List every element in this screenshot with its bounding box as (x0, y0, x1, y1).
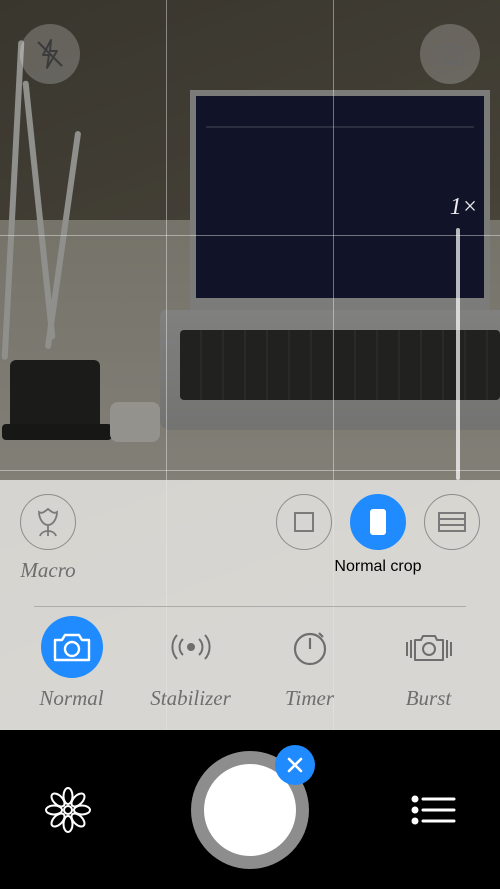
burst-icon (398, 616, 460, 678)
panel-divider (34, 606, 466, 607)
zoom-level-label: 1× (450, 194, 478, 221)
gallery-button[interactable] (44, 786, 92, 834)
camera-icon (41, 616, 103, 678)
mode-timer-label: Timer (285, 686, 334, 711)
list-icon (410, 793, 456, 827)
stabilizer-icon (160, 616, 222, 678)
landscape-crop-icon (437, 511, 467, 533)
portrait-crop-icon (366, 508, 390, 536)
switch-camera-icon (433, 39, 467, 69)
crop-landscape-button[interactable] (424, 494, 480, 550)
mode-normal-label: Normal (39, 686, 103, 711)
switch-camera-button[interactable] (420, 24, 480, 84)
macro-label: Macro (20, 558, 75, 583)
crop-label: Normal crop (334, 558, 421, 576)
timer-icon (279, 616, 341, 678)
flash-off-icon (33, 37, 67, 71)
options-panel: Macro (0, 480, 500, 732)
flower-icon (44, 786, 92, 834)
mode-timer-button[interactable]: Timer (255, 616, 365, 711)
mode-stabilizer-label: Stabilizer (150, 686, 231, 711)
tulip-icon (20, 494, 76, 550)
bottom-bar (0, 730, 500, 889)
scene-tape (110, 402, 160, 442)
macro-option[interactable]: Macro (20, 494, 76, 583)
mode-stabilizer-button[interactable]: Stabilizer (136, 616, 246, 711)
zoom-slider[interactable] (456, 228, 460, 480)
shutter-area (191, 751, 309, 869)
flash-toggle-button[interactable] (20, 24, 80, 84)
settings-list-button[interactable] (410, 793, 456, 827)
camera-app: 1× Macro (0, 0, 500, 889)
crop-portrait-button[interactable] (350, 494, 406, 550)
mode-burst-button[interactable]: Burst (374, 616, 484, 711)
scene-desk (0, 220, 500, 480)
close-panel-button[interactable] (275, 745, 315, 785)
scene-laptop (160, 90, 500, 410)
scene-cables (0, 40, 110, 540)
square-crop-icon (292, 510, 316, 534)
mode-normal-button[interactable]: Normal (17, 616, 127, 711)
crop-square-button[interactable] (276, 494, 332, 550)
mode-burst-label: Burst (406, 686, 452, 711)
close-icon (285, 755, 305, 775)
scene-dock (10, 360, 100, 430)
